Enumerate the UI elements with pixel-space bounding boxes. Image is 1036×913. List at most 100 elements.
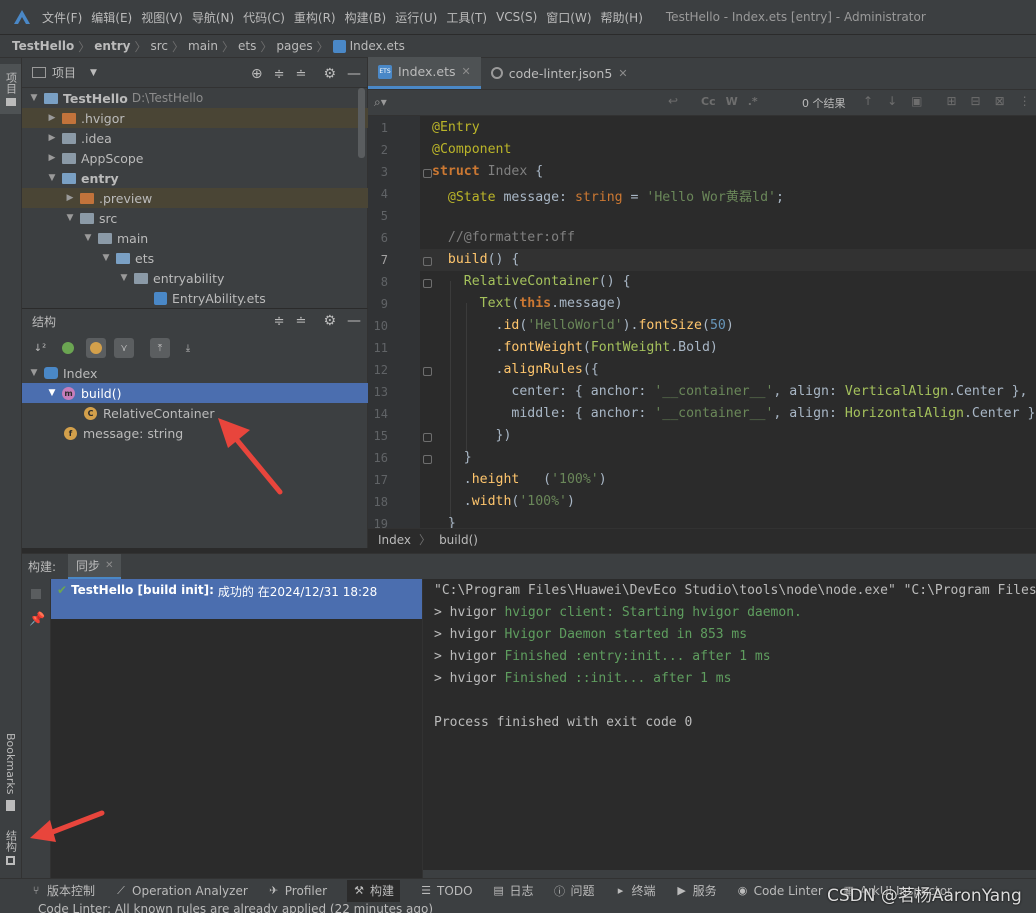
find-input[interactable] — [398, 93, 688, 113]
arrow-down-icon[interactable]: ↓ — [887, 94, 897, 108]
tree-item-src[interactable]: ▼ src — [22, 208, 368, 228]
structure-item-message[interactable]: f message: string — [22, 423, 368, 443]
tool-code-linter[interactable]: ◉ Code Linter — [737, 884, 823, 898]
project-tool-tab[interactable]: 项目 — [0, 64, 21, 114]
crumb-src[interactable]: src — [150, 39, 168, 53]
newline-icon[interactable]: ↩ — [668, 94, 678, 108]
build-console[interactable]: "C:\Program Files\Huawei\DevEco Studio\t… — [423, 579, 1036, 878]
chevron-right-icon[interactable]: ▶ — [46, 133, 58, 143]
regex-toggle[interactable]: .* — [748, 95, 758, 108]
autoscroll-to-source-icon[interactable]: ⤒ — [150, 338, 170, 358]
chevron-right-icon[interactable]: ▶ — [46, 153, 58, 163]
match-case-toggle[interactable]: Cc — [701, 95, 716, 108]
structure-tool-tab[interactable]: 结构 — [0, 823, 21, 871]
menu-tools[interactable]: 工具(T) — [446, 9, 495, 26]
chevron-down-icon[interactable]: ▼ — [46, 388, 58, 398]
fold-marker-icon[interactable] — [423, 455, 432, 464]
menu-vcs[interactable]: VCS(S) — [496, 10, 545, 24]
close-icon[interactable]: ✕ — [462, 65, 471, 78]
console-hscrollbar[interactable] — [423, 870, 1036, 878]
tool-profiler[interactable]: ✈ Profiler — [268, 884, 327, 898]
project-scrollbar[interactable] — [358, 88, 365, 158]
tool-version-control[interactable]: ⑂ 版本控制 — [30, 882, 95, 899]
tree-item-entryability-file[interactable]: EntryAbility.ets — [22, 288, 368, 308]
remove-occurrence-icon[interactable]: ⊟ — [971, 94, 981, 108]
chevron-right-icon[interactable]: ▶ — [64, 193, 76, 203]
chevron-down-icon[interactable]: ▼ — [82, 233, 94, 243]
show-fields-icon[interactable] — [86, 338, 106, 358]
structure-item-relativecontainer[interactable]: C RelativeContainer — [22, 403, 368, 423]
crumb-ets[interactable]: ets — [238, 39, 256, 53]
fold-marker-icon[interactable] — [423, 279, 432, 288]
chevron-right-icon[interactable]: ▶ — [46, 113, 58, 123]
tree-item-entryability[interactable]: ▼ entryability — [22, 268, 368, 288]
menu-build[interactable]: 构建(B) — [345, 9, 395, 26]
minimize-icon[interactable]: — — [347, 313, 361, 329]
collapse-all-icon[interactable]: ≐ — [296, 67, 307, 82]
gear-icon[interactable]: ⚙ — [323, 66, 336, 82]
menu-navigate[interactable]: 导航(N) — [192, 9, 242, 26]
crumb-pages[interactable]: pages — [276, 39, 312, 53]
locate-icon[interactable]: ⊕ — [251, 66, 263, 82]
code-editor[interactable]: 1 2 3 4 5 6 7 8 9 10 11 12 13 14 15 16 17 18 19 @Entry @Com… — [368, 116, 1036, 528]
tool-problems[interactable]: ⓘ 问题 — [554, 882, 595, 899]
menu-help[interactable]: 帮助(H) — [601, 9, 651, 26]
tool-todo[interactable]: ☰ TODO — [420, 884, 472, 898]
menu-code[interactable]: 代码(C) — [243, 9, 293, 26]
fold-marker-icon[interactable] — [423, 257, 432, 266]
show-nodes-icon[interactable]: ⋎ — [114, 338, 134, 358]
tool-log[interactable]: ▤ 日志 — [493, 882, 533, 899]
menu-window[interactable]: 窗口(W) — [546, 9, 599, 26]
tool-services[interactable]: ▶ 服务 — [676, 882, 716, 899]
expand-all-icon[interactable]: ≑ — [274, 314, 285, 329]
menu-edit[interactable]: 编辑(E) — [91, 9, 140, 26]
project-panel-title[interactable]: 项目 — [52, 64, 76, 81]
whole-word-toggle[interactable]: W — [726, 95, 738, 108]
structure-item-index[interactable]: ▼ Index — [22, 363, 368, 383]
chevron-down-icon[interactable]: ▼ — [118, 273, 130, 283]
collapse-all-icon[interactable]: ≐ — [296, 314, 307, 329]
structure-item-build[interactable]: ▼ m build() — [22, 383, 368, 403]
chevron-down-icon[interactable]: ▼ — [90, 68, 97, 78]
chevron-down-icon[interactable]: ▼ — [46, 173, 58, 183]
chevron-down-icon[interactable]: ▼ — [100, 253, 112, 263]
tool-build[interactable]: ⚒ 构建 — [347, 879, 401, 902]
filter-icon[interactable]: ⊠ — [995, 94, 1005, 108]
chevron-down-icon[interactable]: ▼ — [28, 93, 40, 103]
crumb-project[interactable]: TestHello — [12, 39, 74, 53]
autoscroll-from-source-icon[interactable]: ⤓ — [178, 338, 198, 358]
gear-icon[interactable]: ⚙ — [323, 313, 336, 329]
fold-marker-icon[interactable] — [423, 367, 432, 376]
tree-item-entry[interactable]: ▼ entry — [22, 168, 368, 188]
tree-item-appscope[interactable]: ▶ AppScope — [22, 148, 368, 168]
tree-item-root[interactable]: ▼ TestHello D:\TestHello — [22, 88, 368, 108]
build-result-row[interactable]: ✔ TestHello [build init]: 成功的 在2024/12/3… — [51, 579, 422, 619]
chevron-down-icon[interactable]: ▼ — [28, 368, 40, 378]
tab-code-linter[interactable]: code-linter.json5 ✕ — [481, 57, 638, 89]
bookmarks-tool-tab[interactable]: Bookmarks — [0, 728, 21, 816]
minimize-icon[interactable]: — — [347, 66, 361, 82]
close-icon[interactable]: ✕ — [618, 67, 627, 80]
fold-marker-icon[interactable] — [423, 169, 432, 178]
show-inherited-icon[interactable] — [58, 338, 78, 358]
select-all-occurrences-icon[interactable]: ▣ — [911, 94, 922, 108]
expand-all-icon[interactable]: ≑ — [274, 67, 285, 82]
sort-alpha-icon[interactable]: ↓² — [30, 338, 50, 358]
tool-operation-analyzer[interactable]: ⟋ Operation Analyzer — [115, 884, 248, 898]
tree-item-idea[interactable]: ▶ .idea — [22, 128, 368, 148]
crumb-main[interactable]: main — [188, 39, 218, 53]
fold-marker-icon[interactable] — [423, 433, 432, 442]
menu-refactor[interactable]: 重构(R) — [294, 9, 344, 26]
close-icon[interactable]: ✕ — [105, 560, 113, 571]
add-occurrence-icon[interactable]: ⊞ — [946, 94, 956, 108]
pin-icon[interactable]: 📌 — [29, 612, 45, 627]
menu-file[interactable]: 文件(F) — [42, 9, 90, 26]
tab-index-ets[interactable]: ETS Index.ets ✕ — [368, 57, 481, 89]
chevron-down-icon[interactable]: ▼ — [64, 213, 76, 223]
tool-terminal[interactable]: ▸ 终端 — [615, 882, 656, 899]
tree-item-hvigor[interactable]: ▶ .hvigor — [22, 108, 368, 128]
tree-item-preview[interactable]: ▶ .preview — [22, 188, 368, 208]
menu-view[interactable]: 视图(V) — [141, 9, 191, 26]
crumb-file[interactable]: Index.ets — [350, 39, 405, 53]
crumb-method[interactable]: build() — [439, 533, 478, 547]
